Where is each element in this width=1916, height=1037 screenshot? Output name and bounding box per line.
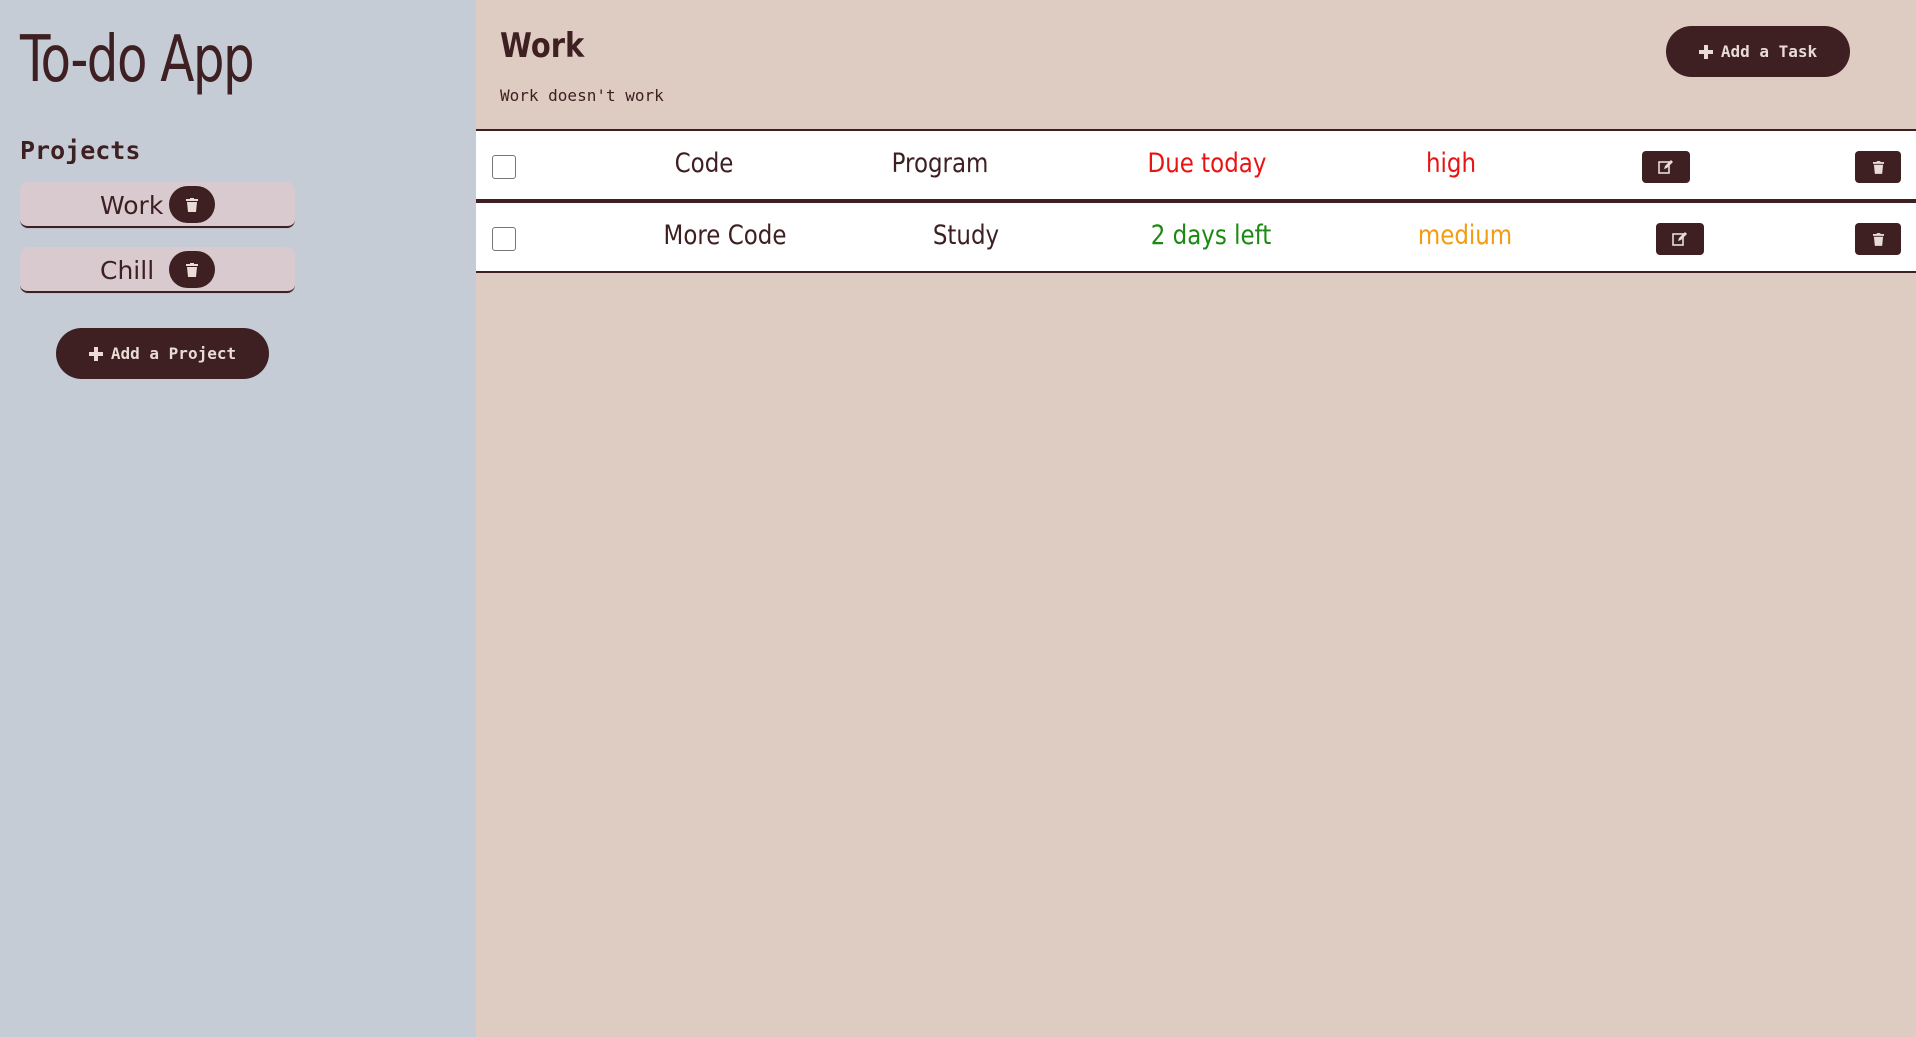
edit-task-button[interactable] (1642, 151, 1690, 183)
add-project-button[interactable]: Add a Project (56, 328, 269, 379)
project-item-work[interactable]: Work (20, 182, 295, 228)
projects-heading: Projects (20, 136, 141, 165)
project-title: Work (500, 26, 585, 66)
add-task-button[interactable]: Add a Task (1666, 26, 1850, 77)
edit-icon (1672, 232, 1687, 246)
task-due: Due today (1147, 148, 1267, 179)
task-row: More Code Study 2 days left medium (476, 201, 1916, 273)
task-complete-checkbox[interactable] (492, 227, 516, 251)
project-description: Work doesn't work (500, 86, 664, 105)
delete-task-button[interactable] (1855, 223, 1901, 255)
delete-task-button[interactable] (1855, 151, 1901, 183)
sidebar: To-do App Projects Work Chill Add a Proj… (0, 0, 476, 1037)
trash-icon (1872, 160, 1884, 174)
plus-icon (88, 346, 103, 361)
task-description: Program (891, 148, 989, 179)
trash-icon (1872, 232, 1884, 246)
app-title: To-do App (20, 23, 255, 97)
task-title: More Code (663, 220, 787, 251)
delete-project-button[interactable] (169, 186, 215, 223)
project-item-chill[interactable]: Chill (20, 247, 295, 293)
edit-task-button[interactable] (1656, 223, 1704, 255)
add-project-label: Add a Project (110, 344, 237, 363)
task-priority: high (1425, 148, 1477, 179)
trash-icon (186, 197, 198, 212)
trash-icon (186, 262, 198, 277)
edit-icon (1658, 160, 1673, 174)
task-priority: medium (1417, 220, 1513, 251)
task-complete-checkbox[interactable] (492, 155, 516, 179)
task-due: 2 days left (1150, 220, 1272, 251)
add-task-label: Add a Task (1720, 42, 1818, 61)
plus-icon (1698, 44, 1713, 59)
task-description: Study (932, 220, 1000, 251)
project-label: Work (100, 191, 164, 220)
project-label: Chill (100, 256, 155, 285)
task-row: Code Program Due today high (476, 129, 1916, 201)
delete-project-button[interactable] (169, 251, 215, 288)
task-title: Code (674, 148, 734, 179)
